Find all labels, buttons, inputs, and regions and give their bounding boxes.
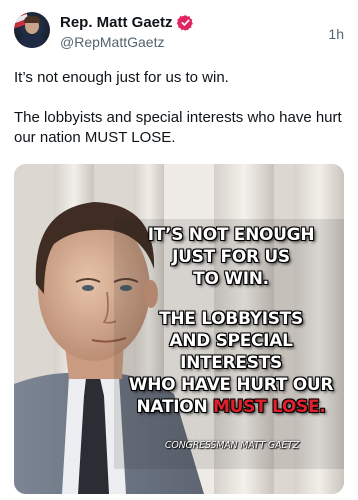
caption-line: WHO HAVE HURT OUR <box>128 375 334 395</box>
caption-line: TO WIN. <box>193 269 269 289</box>
author-display-name[interactable]: Rep. Matt Gaetz <box>60 14 173 31</box>
caption-nation: NATION <box>136 397 208 417</box>
caption-line: IT’S NOT ENOUGH <box>147 225 315 245</box>
verified-badge-icon <box>176 14 193 31</box>
author-handle[interactable]: @RepMattGaetz <box>60 34 164 50</box>
caption-line: AND SPECIAL INTERESTS <box>169 331 293 373</box>
image-caption: IT’S NOT ENOUGH JUST FOR US TO WIN. THE … <box>118 224 344 418</box>
tweet-text: It’s not enough just for us to win. The … <box>14 68 348 148</box>
tweet-text-line-1: It’s not enough just for us to win. <box>14 69 229 86</box>
tweet-text-line-2: The lobbyists and special interests who … <box>14 109 342 146</box>
caption-line: JUST FOR US <box>172 247 290 267</box>
tweet-timestamp[interactable]: 1h <box>328 26 344 42</box>
caption-line: THE LOBBYISTS <box>159 309 303 329</box>
avatar-hair <box>24 16 40 23</box>
avatar[interactable] <box>14 12 50 48</box>
avatar-body <box>19 34 45 48</box>
image-attribution: CONGRESSMAN MATT GAETZ <box>164 440 300 451</box>
caption-must-lose: MUST LOSE. <box>213 397 326 417</box>
tweet-media-image[interactable]: IT’S NOT ENOUGH JUST FOR US TO WIN. THE … <box>14 164 344 494</box>
author-name-row: Rep. Matt Gaetz <box>60 12 194 32</box>
caption-line-last: NATION MUST LOSE. <box>118 396 344 418</box>
tweet-header: Rep. Matt Gaetz @RepMattGaetz 1h <box>14 12 346 54</box>
